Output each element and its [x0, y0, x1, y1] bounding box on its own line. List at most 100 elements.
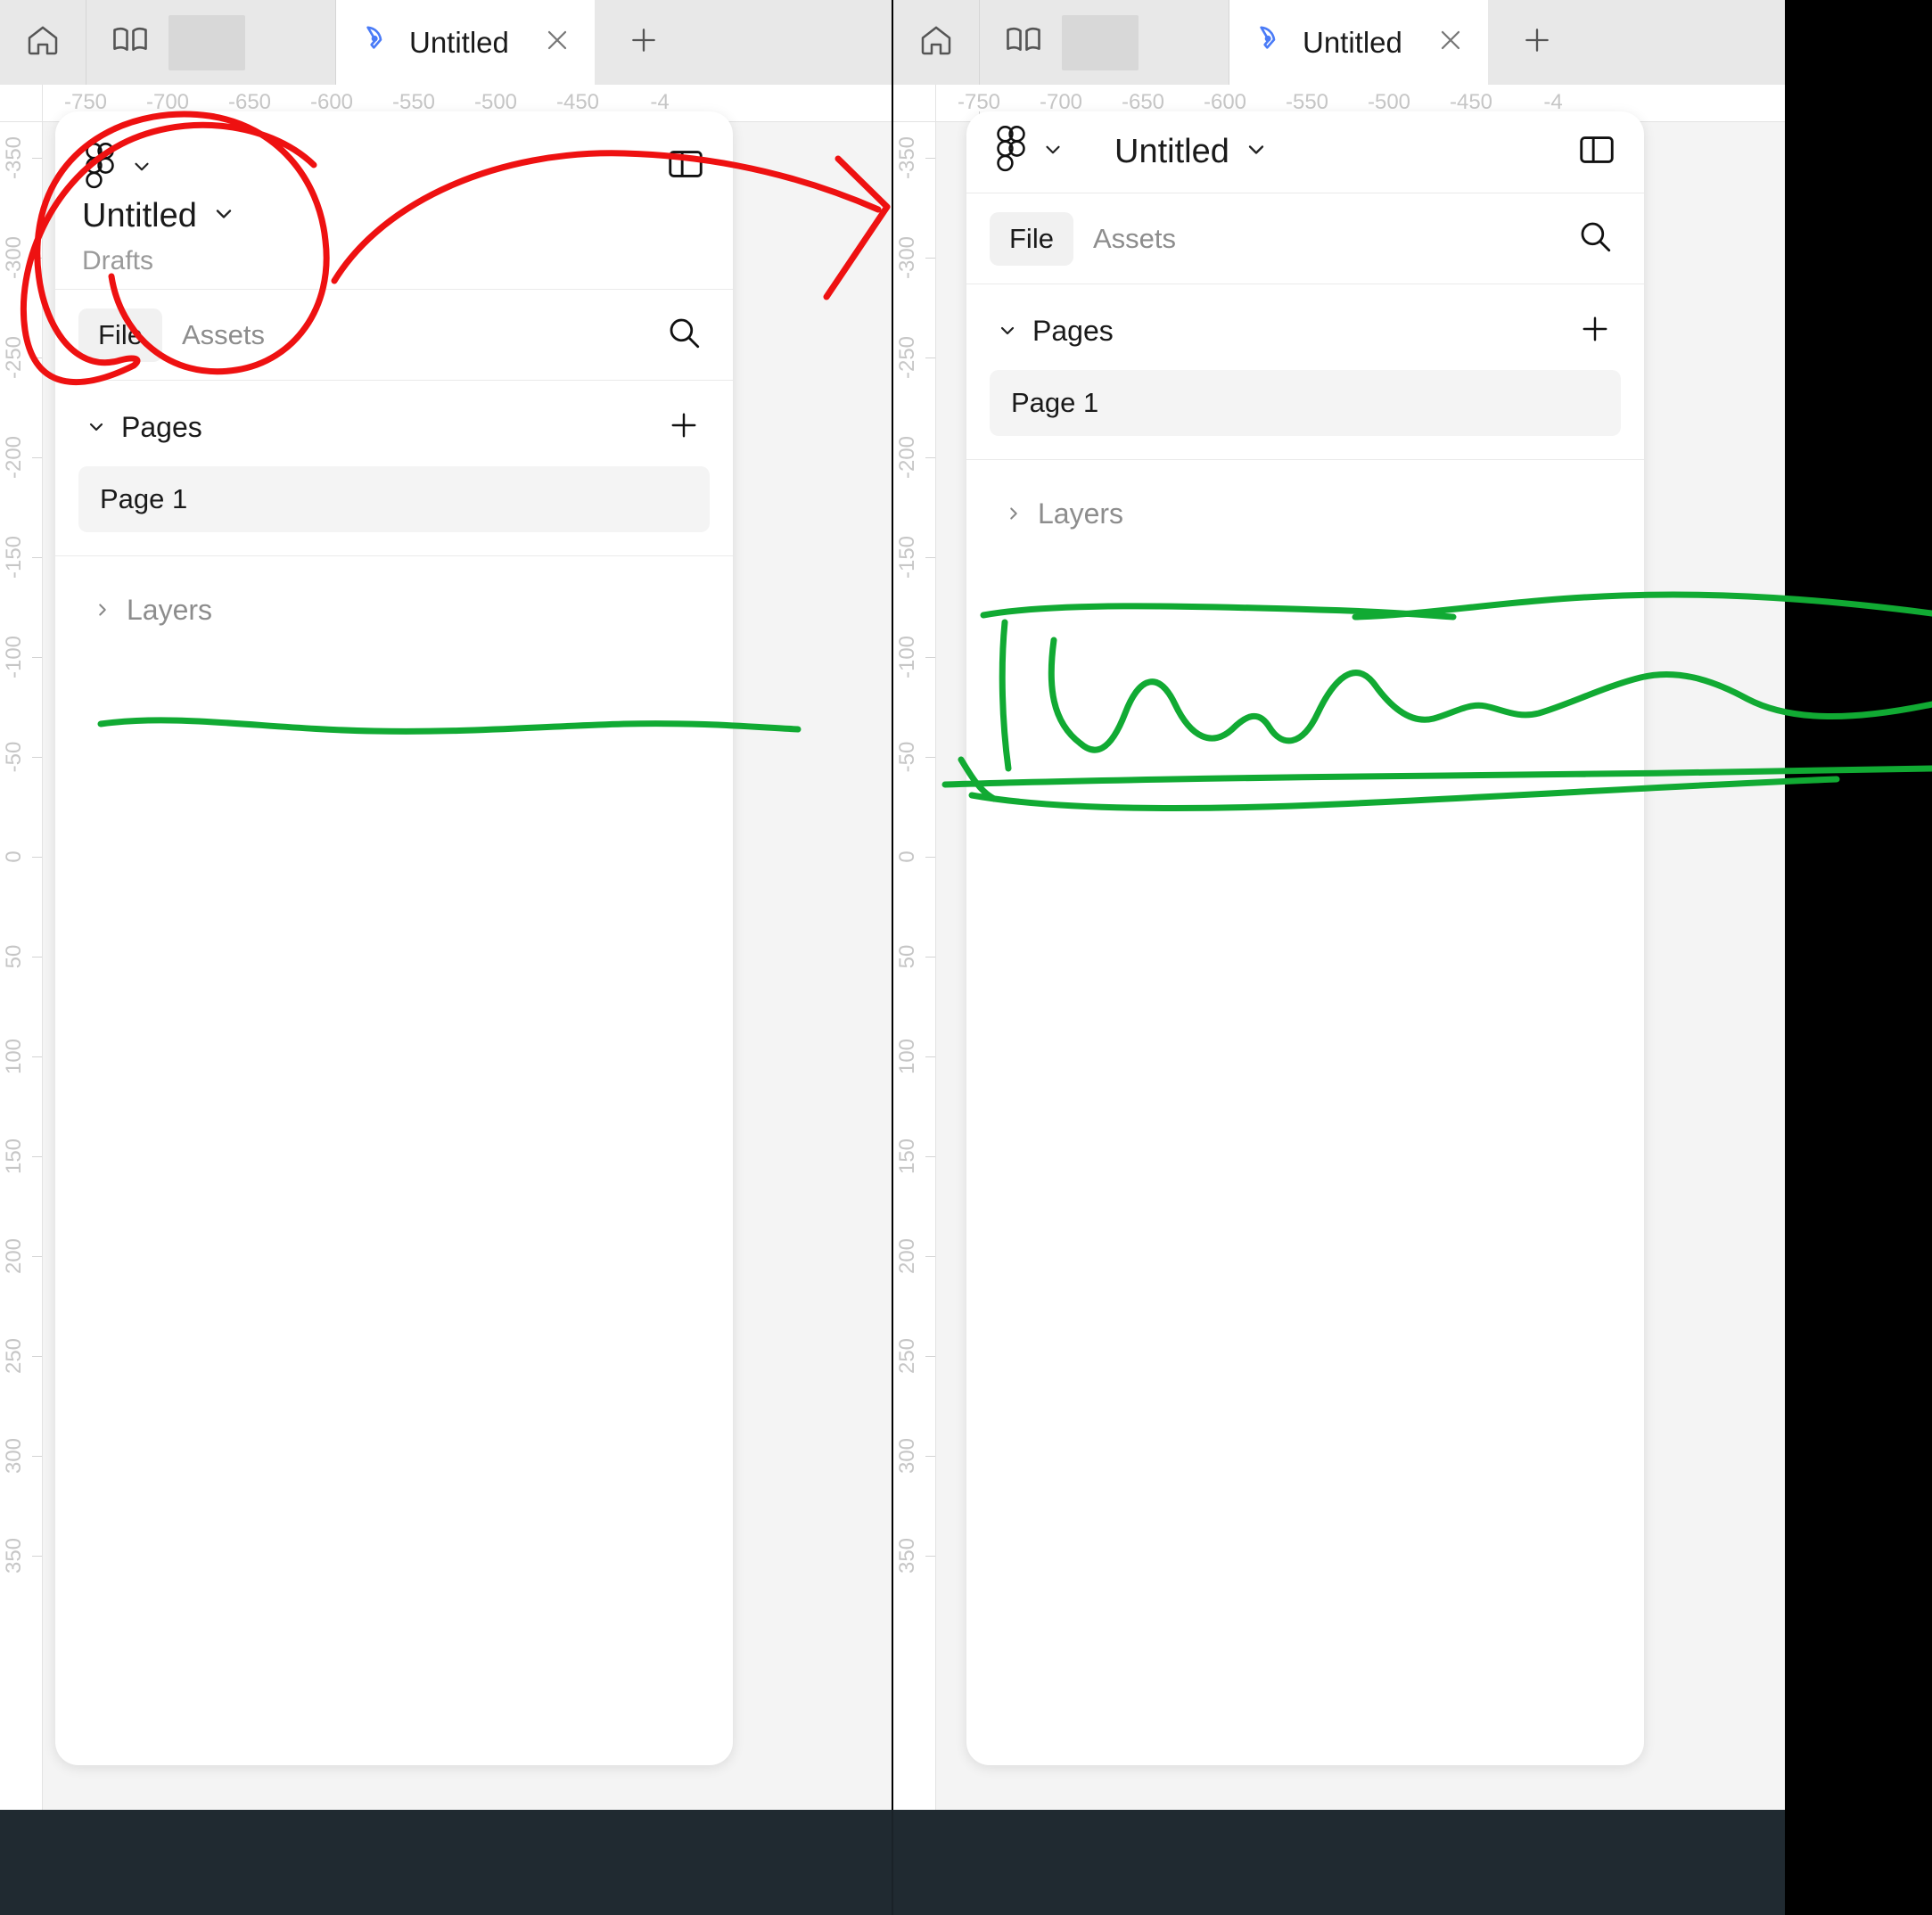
ruler-tick [32, 1556, 42, 1557]
home-icon [918, 22, 954, 62]
chevron-down-icon [1041, 138, 1065, 166]
close-icon[interactable] [541, 24, 573, 61]
figma-logo-icon [82, 142, 118, 196]
ruler-tick [925, 457, 935, 458]
figma-menu-right[interactable] [993, 125, 1065, 179]
file-tab-right[interactable]: Untitled [1229, 0, 1488, 85]
home-button-right[interactable] [893, 0, 980, 85]
library-title-placeholder [169, 14, 245, 70]
figma-canvas-right: Untitled File Assets Pages Page 1 Layers [936, 111, 1785, 1810]
panel-left-title-block: Untitled Drafts [82, 197, 236, 276]
tab-assets-right[interactable]: Assets [1073, 212, 1196, 266]
figma-logo-icon [993, 125, 1029, 179]
add-page-button-right[interactable] [1576, 310, 1614, 352]
figma-pen-icon [358, 22, 393, 62]
chevron-right-icon [93, 600, 112, 620]
browser-window-right: Untitled -750 -700 -650 -600 -550 -500 -450 -4 [893, 0, 1785, 1810]
panel-subtitle-left: Drafts [82, 246, 154, 275]
pages-header-right[interactable]: Pages [990, 304, 1621, 358]
search-button-left[interactable] [665, 314, 710, 356]
plus-icon [665, 413, 703, 448]
layers-title-left: Layers [127, 593, 213, 626]
panel-toggle-icon [1576, 136, 1617, 174]
add-page-button-left[interactable] [665, 407, 703, 448]
file-name-dropdown-left[interactable]: Untitled [82, 197, 236, 235]
file-tab-left[interactable]: Untitled [336, 0, 595, 85]
chevron-down-icon [130, 155, 153, 183]
page-list-item-right[interactable]: Page 1 [990, 370, 1621, 436]
close-icon[interactable] [1435, 24, 1467, 61]
chevron-down-icon [211, 201, 236, 231]
layers-section-right: Layers [966, 460, 1644, 567]
library-tab-left[interactable] [86, 0, 336, 85]
panel-header-right: Untitled [966, 111, 1644, 193]
ruler-tick [32, 1156, 42, 1157]
plus-icon [1576, 316, 1614, 351]
ruler-tick [32, 857, 42, 858]
layers-header-left[interactable]: Layers [86, 583, 703, 637]
tab-file-right[interactable]: File [990, 211, 1073, 266]
ruler-label: -150 [895, 535, 919, 579]
pages-section-right: Pages Page 1 [966, 284, 1644, 460]
layers-header-right[interactable]: Layers [997, 487, 1614, 540]
layers-section-left: Layers [55, 556, 733, 663]
search-button-right[interactable] [1576, 218, 1621, 259]
figma-panel-right: Untitled File Assets Pages Page 1 Layers [966, 111, 1644, 1765]
ruler-label: 350 [2, 1537, 26, 1574]
ruler-label: -50 [2, 741, 26, 773]
tab-assets-left[interactable]: Assets [162, 308, 284, 362]
ruler-corner-right [893, 85, 936, 121]
ruler-label: 100 [2, 1038, 26, 1075]
sidebar-toggle-button-right[interactable] [1576, 129, 1617, 175]
sidebar-toggle-button-left[interactable] [665, 144, 706, 189]
figma-canvas-left: Untitled Drafts File Assets Pages Page 1… [43, 111, 892, 1810]
file-tab-label-left: Untitled [409, 25, 509, 59]
panel-title-right: Untitled [1114, 133, 1229, 170]
ruler-tick [32, 657, 42, 658]
ruler-label: -350 [2, 136, 26, 180]
panel-tabs-right: File Assets [966, 193, 1644, 284]
tab-strip-filler-left [693, 0, 892, 85]
home-button-left[interactable] [0, 0, 86, 85]
ruler-tick [925, 857, 935, 858]
ruler-label: -350 [895, 136, 919, 180]
ruler-label: 300 [895, 1437, 919, 1475]
ruler-corner-left [0, 85, 43, 121]
ruler-tick [925, 557, 935, 558]
screenshot-root: Untitled -750 -700 -650 -600 -550 -500 -450 -4 [0, 0, 1932, 1915]
tab-strip-filler-right [1586, 0, 1785, 85]
ruler-label: -200 [895, 435, 919, 480]
book-icon [111, 21, 149, 63]
ruler-label: -200 [2, 435, 26, 480]
figma-menu-left[interactable] [82, 142, 153, 196]
tab-file-left[interactable]: File [78, 308, 162, 362]
ruler-tick [925, 158, 935, 159]
new-tab-button-right[interactable] [1488, 0, 1586, 85]
ruler-label: -250 [895, 335, 919, 380]
ruler-label: -250 [2, 335, 26, 380]
panel-header-left: Untitled Drafts [55, 111, 733, 290]
ruler-tick [32, 1456, 42, 1457]
ruler-label: -150 [2, 535, 26, 579]
page-list-item-left[interactable]: Page 1 [78, 466, 710, 532]
browser-window-left: Untitled -750 -700 -650 -600 -550 -500 -450 -4 [0, 0, 892, 1810]
pages-title-right: Pages [1032, 314, 1114, 347]
ruler-tick [925, 957, 935, 958]
ruler-tick [32, 1356, 42, 1357]
ruler-tick [32, 957, 42, 958]
search-icon [665, 318, 703, 355]
ruler-label: 350 [895, 1537, 919, 1574]
home-icon [25, 22, 61, 62]
ruler-label: -100 [2, 635, 26, 679]
ruler-tick [32, 1256, 42, 1257]
pages-header-left[interactable]: Pages [78, 400, 710, 454]
ruler-tick [925, 1156, 935, 1157]
ruler-label: 150 [2, 1138, 26, 1175]
ruler-label: 50 [2, 944, 26, 969]
ruler-tick [925, 1256, 935, 1257]
library-title-placeholder [1062, 14, 1139, 70]
file-name-dropdown-right[interactable]: Untitled [1114, 133, 1269, 171]
ruler-tick [925, 1356, 935, 1357]
new-tab-button-left[interactable] [595, 0, 693, 85]
library-tab-right[interactable] [980, 0, 1229, 85]
